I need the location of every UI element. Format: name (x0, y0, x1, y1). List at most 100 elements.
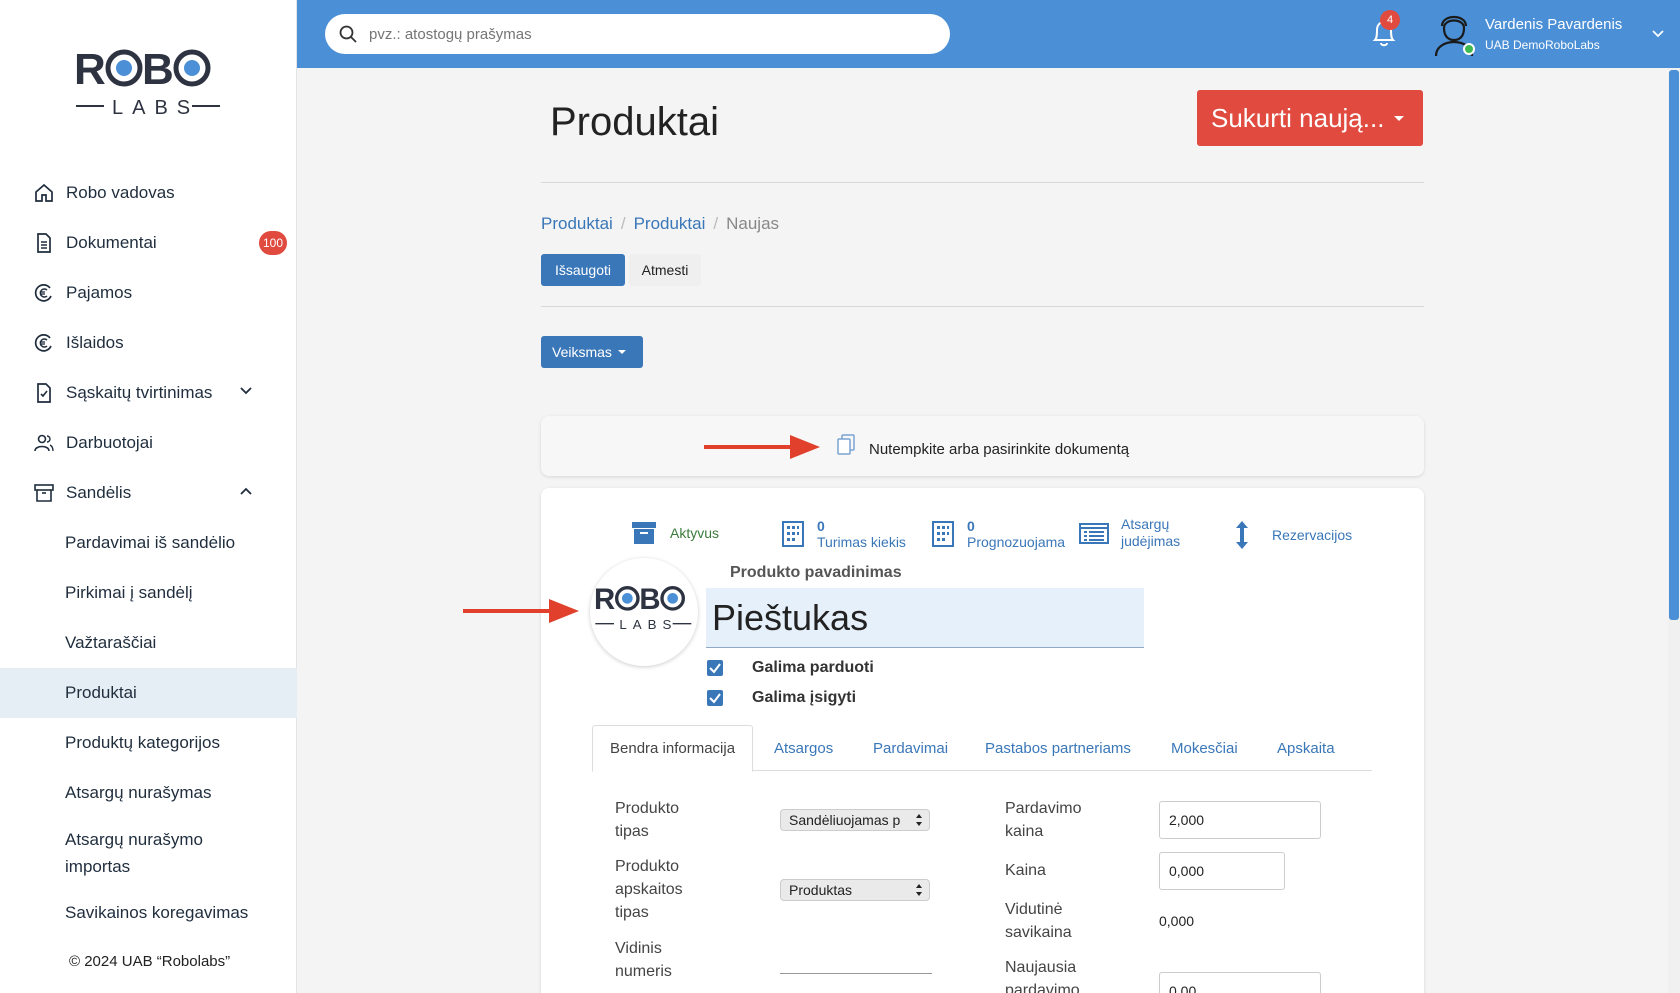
tab-taxes[interactable]: Mokesčiai (1171, 725, 1238, 771)
cost-input[interactable] (1159, 852, 1285, 890)
sidebar-item-saskaitu-tvirtinimas[interactable]: Sąskaitų tvirtinimas (0, 368, 297, 418)
tab-accounting[interactable]: Apskaita (1277, 725, 1335, 771)
check-icon (709, 693, 721, 704)
sidebar-item-darbuotojai[interactable]: Darbuotojai (0, 418, 297, 468)
sidebar-item-label: Sąskaitų tvirtinimas (66, 383, 213, 402)
sidebar-item-label: Robo vadovas (66, 183, 175, 202)
breadcrumb-link-products-2[interactable]: Produktai (634, 214, 706, 234)
sidebar-item-label: Darbuotojai (66, 433, 153, 452)
on-hand-button[interactable]: 0 Turimas kiekis (781, 518, 906, 550)
discard-button[interactable]: Atmesti (629, 254, 701, 286)
user-name[interactable]: Vardenis Pavardenis (1485, 16, 1622, 33)
page-title: Produktai (550, 100, 719, 144)
sale-price-input[interactable] (1159, 801, 1321, 839)
users-icon (34, 433, 54, 453)
sidebar-subitem-atsargu-nurasymas[interactable]: Atsargų nurašymas (0, 768, 297, 818)
sidebar-subitem-produktai[interactable]: Produktai (0, 668, 297, 718)
check-icon (709, 663, 721, 674)
breadcrumb-separator: / (620, 214, 626, 233)
svg-text:B: B (142, 45, 174, 94)
svg-text:LABS: LABS (619, 617, 677, 632)
sidebar-subitem-pirkimai-i-sandeli[interactable]: Pirkimai į sandėlį (0, 568, 297, 618)
search-icon (339, 25, 357, 43)
action-dropdown-button[interactable]: Veiksmas (541, 336, 643, 368)
sidebar-subitem-vaztarasciai[interactable]: Važtaraščiai (0, 618, 297, 668)
can-sell-checkbox[interactable] (707, 660, 723, 676)
tab-partner-notes[interactable]: Pastabos partneriams (985, 725, 1131, 771)
sidebar-item-islaidos[interactable]: Išlaidos (0, 318, 297, 368)
select-arrows-icon (916, 814, 922, 826)
caret-down-icon (1394, 115, 1405, 121)
chevron-up-icon[interactable] (239, 484, 253, 498)
building-icon (932, 521, 954, 547)
sidebar-item-sandelis[interactable]: Sandėlis (0, 468, 297, 518)
product-type-select[interactable]: Sandėliuojamas p (780, 809, 930, 831)
scrollbar-thumb[interactable] (1669, 70, 1679, 620)
create-new-label: Sukurti naują... (1211, 102, 1385, 133)
tab-stock[interactable]: Atsargos (774, 725, 833, 771)
accounting-type-label-3: tipas (615, 904, 649, 921)
active-toggle-button[interactable]: Aktyvus (630, 520, 719, 546)
active-label: Aktyvus (670, 525, 720, 541)
sale-price-label-1: Pardavimo (1005, 800, 1082, 817)
avg-cost-label-2: savikaina (1005, 924, 1072, 941)
sale-price-label-2: kaina (1005, 823, 1044, 840)
chevron-down-icon[interactable] (239, 384, 253, 398)
select-arrows-icon (916, 884, 922, 896)
list-icon (1079, 523, 1109, 544)
breadcrumb-link-products[interactable]: Produktai (541, 214, 613, 234)
internal-ref-label-2: numeris (615, 963, 672, 980)
cost-label: Kaina (1005, 862, 1046, 879)
sidebar-item-dokumentai[interactable]: Dokumentai 100 (0, 218, 297, 268)
breadcrumb-separator: / (713, 214, 719, 233)
archive-icon (632, 522, 656, 544)
sidebar-nav: Robo vadovas Dokumentai 100 Pajamos Išla… (0, 168, 297, 938)
forecast-value: 0 (967, 518, 975, 534)
notification-count-badge: 4 (1380, 10, 1400, 30)
internal-ref-input[interactable] (780, 973, 932, 974)
building-icon (782, 521, 804, 547)
divider (541, 306, 1424, 307)
on-hand-label: Turimas kiekis (817, 534, 906, 550)
product-name-input[interactable] (706, 588, 1144, 648)
reservations-label: Rezervacijos (1272, 527, 1353, 543)
sidebar-item-robo-vadovas[interactable]: Robo vadovas (0, 168, 297, 218)
sidebar-subitem-pardavimai-is-sandelio[interactable]: Pardavimai iš sandėlio (0, 518, 297, 568)
latest-sale-label-2: pardavimo (1005, 982, 1080, 993)
documents-icon (837, 434, 855, 455)
svg-text:B: B (639, 583, 660, 616)
sidebar-subitem-produktu-kategorijos[interactable]: Produktų kategorijos (0, 718, 297, 768)
save-button[interactable]: Išsaugoti (541, 254, 625, 286)
latest-sale-input[interactable] (1159, 972, 1321, 993)
chevron-down-icon[interactable] (1651, 28, 1665, 40)
product-type-label-1: Produkto (615, 800, 680, 817)
product-image[interactable]: R B LABS (590, 558, 698, 666)
action-label: Veiksmas (552, 344, 612, 360)
avg-cost-value: 0,000 (1159, 913, 1195, 929)
tab-sales[interactable]: Pardavimai (873, 725, 948, 771)
breadcrumb: Produktai / Produktai / Naujas (541, 214, 779, 234)
topbar: 4 Vardenis Pavardenis UAB DemoRoboLabs (297, 0, 1680, 68)
accounting-type-select[interactable]: Produktas (780, 879, 930, 901)
stock-moves-button[interactable]: Atsargų judėjimas (1079, 516, 1180, 550)
internal-ref-label-1: Vidinis (615, 940, 662, 957)
stock-moves-label-1: Atsargų (1121, 516, 1170, 532)
sidebar-subitem-atsargu-nurasymo-importas[interactable]: Atsargų nurašymo importas (0, 818, 240, 888)
invoice-check-icon (34, 383, 54, 403)
sidebar-item-pajamos[interactable]: Pajamos (0, 268, 297, 318)
svg-text:LABS: LABS (112, 97, 199, 119)
caret-down-icon (617, 350, 626, 354)
create-new-button[interactable]: Sukurti naują... (1197, 90, 1423, 146)
tab-general-info[interactable]: Bendra informacija (592, 725, 754, 772)
forecast-button[interactable]: 0 Prognozuojama (931, 518, 1065, 550)
user-company: UAB DemoRoboLabs (1485, 38, 1600, 52)
reservations-button[interactable]: Rezervacijos (1234, 520, 1352, 550)
search-box[interactable] (325, 14, 950, 54)
vertical-arrows-icon (1236, 521, 1248, 549)
sidebar-subitem-savikainos-koregavimas[interactable]: Savikainos koregavimas (0, 888, 297, 938)
can-buy-checkbox[interactable] (707, 690, 723, 706)
can-buy-label: Galima įsigyti (752, 689, 857, 706)
search-input[interactable] (369, 25, 929, 43)
avg-cost-label: Vidutinė savikaina (1005, 898, 1072, 944)
robolabs-logo[interactable]: R B LABS (74, 44, 224, 124)
